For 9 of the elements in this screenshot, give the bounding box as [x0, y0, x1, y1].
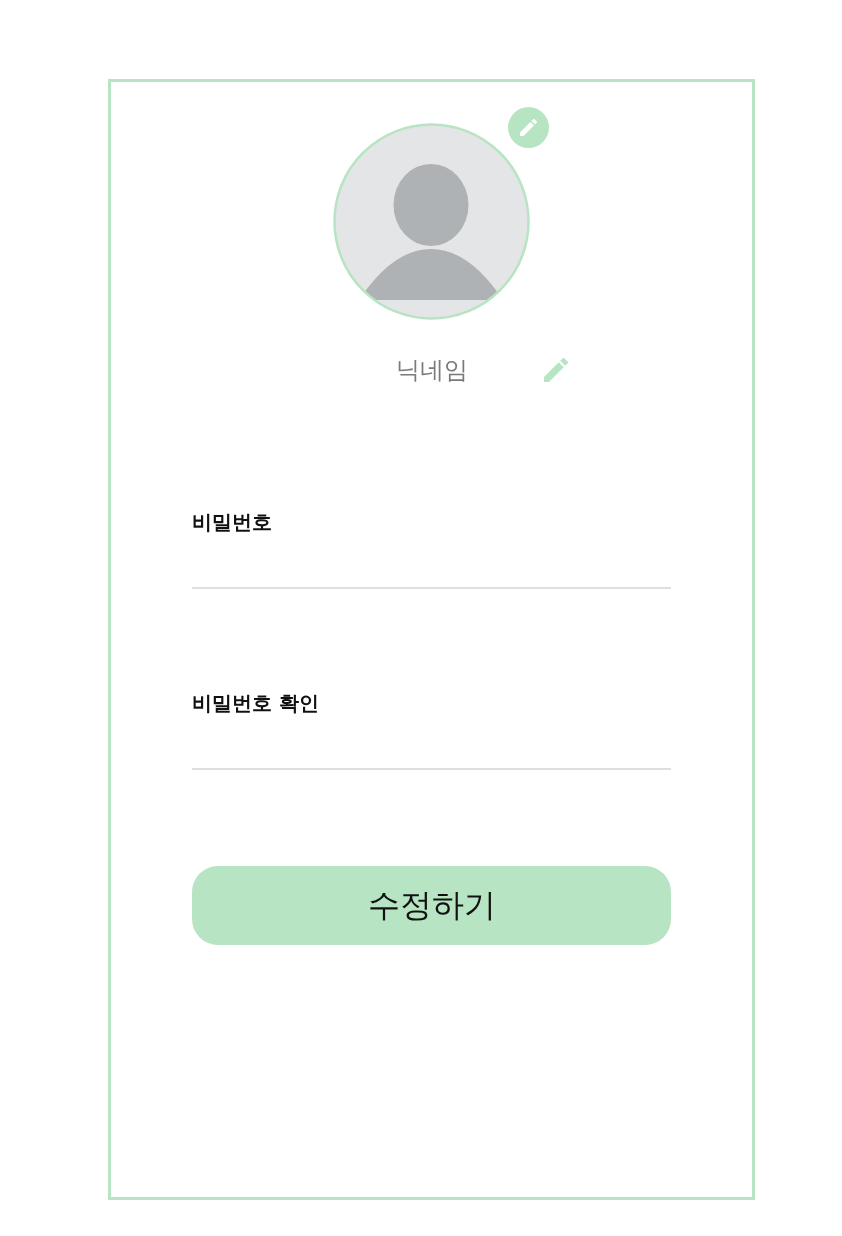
pencil-icon	[520, 119, 537, 136]
nickname-text: 닉네임	[395, 355, 468, 386]
avatar-silhouette-icon	[333, 123, 530, 320]
edit-nickname-button[interactable]	[543, 358, 568, 382]
submit-button[interactable]: 수정하기	[192, 866, 671, 945]
field-label: 비밀번호	[192, 510, 272, 534]
pencil-icon	[543, 358, 568, 382]
edit-avatar-button[interactable]	[508, 107, 549, 148]
field-label: 비밀번호 확인	[192, 691, 319, 715]
